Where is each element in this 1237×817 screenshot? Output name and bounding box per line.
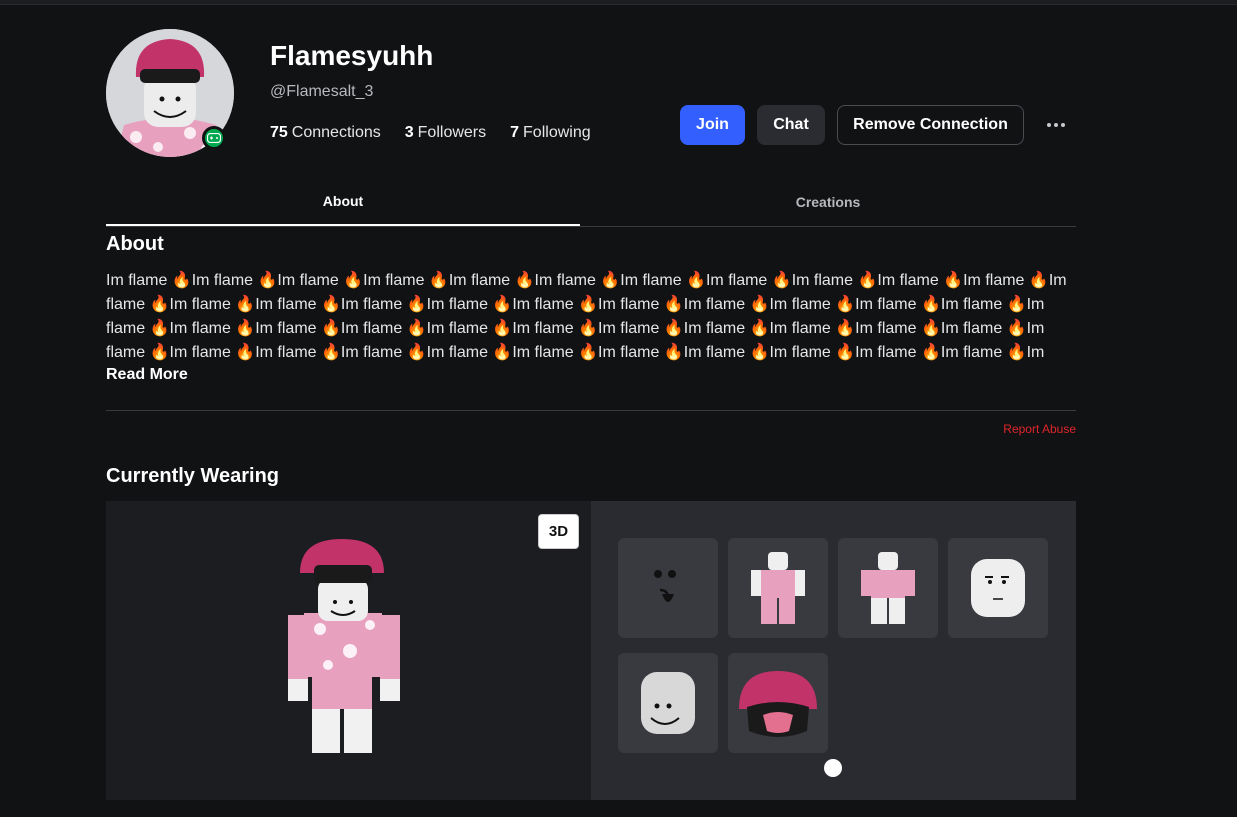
more-options-icon[interactable]: [1041, 112, 1071, 138]
report-abuse-link[interactable]: Report Abuse: [1003, 422, 1076, 436]
gamepad-icon: [207, 133, 221, 143]
shirt-avatar-icon: [751, 552, 805, 624]
divider: [106, 410, 1076, 411]
hat-item[interactable]: [728, 653, 828, 753]
followers-label: Followers: [417, 124, 487, 141]
following-count: 7: [510, 124, 520, 141]
face-item[interactable]: [618, 538, 718, 638]
connections-count: 75: [270, 124, 288, 141]
profile-avatar[interactable]: [106, 29, 234, 157]
carousel-dot[interactable]: [824, 759, 842, 777]
tongue-face-icon: [654, 570, 676, 602]
top-bar: [0, 0, 1237, 5]
join-button[interactable]: Join: [680, 105, 745, 145]
followers-count: 3: [404, 124, 414, 141]
pants-item[interactable]: [838, 538, 938, 638]
head-icon: [971, 559, 1025, 617]
remove-connection-button[interactable]: Remove Connection: [837, 105, 1024, 145]
smile-head-icon: [641, 672, 695, 734]
tab-creations[interactable]: Creations: [580, 178, 1076, 226]
currently-wearing-heading: Currently Wearing: [106, 465, 279, 487]
followers-link[interactable]: 3 Followers: [405, 124, 486, 142]
head-item[interactable]: [948, 538, 1048, 638]
profile-tabs: About Creations: [106, 178, 1076, 227]
connections-link[interactable]: 75 Connections: [270, 124, 381, 142]
display-name: Flamesyuhh: [270, 40, 434, 71]
3d-toggle-button[interactable]: 3D: [538, 514, 579, 549]
hat-icon: [739, 671, 817, 737]
shirt-item[interactable]: [728, 538, 828, 638]
tab-about[interactable]: About: [106, 178, 580, 226]
avatar-preview: [106, 501, 591, 800]
following-label: Following: [523, 124, 591, 141]
avatar-figure: [288, 539, 400, 753]
following-link[interactable]: 7 Following: [510, 124, 591, 142]
pants-avatar-icon: [861, 552, 915, 624]
chat-button[interactable]: Chat: [757, 105, 825, 145]
about-heading: About: [106, 233, 164, 255]
profile-stats: 75 Connections 3 Followers 7 Following: [270, 124, 591, 142]
read-more-link[interactable]: Read More: [106, 366, 188, 384]
presence-badge: [202, 126, 226, 150]
about-description: Im flame 🔥Im flame 🔥Im flame 🔥Im flame 🔥…: [106, 272, 1067, 361]
connections-label: Connections: [291, 124, 381, 141]
username-handle: @Flamesalt_3: [270, 83, 374, 100]
smile-head-item[interactable]: [618, 653, 718, 753]
